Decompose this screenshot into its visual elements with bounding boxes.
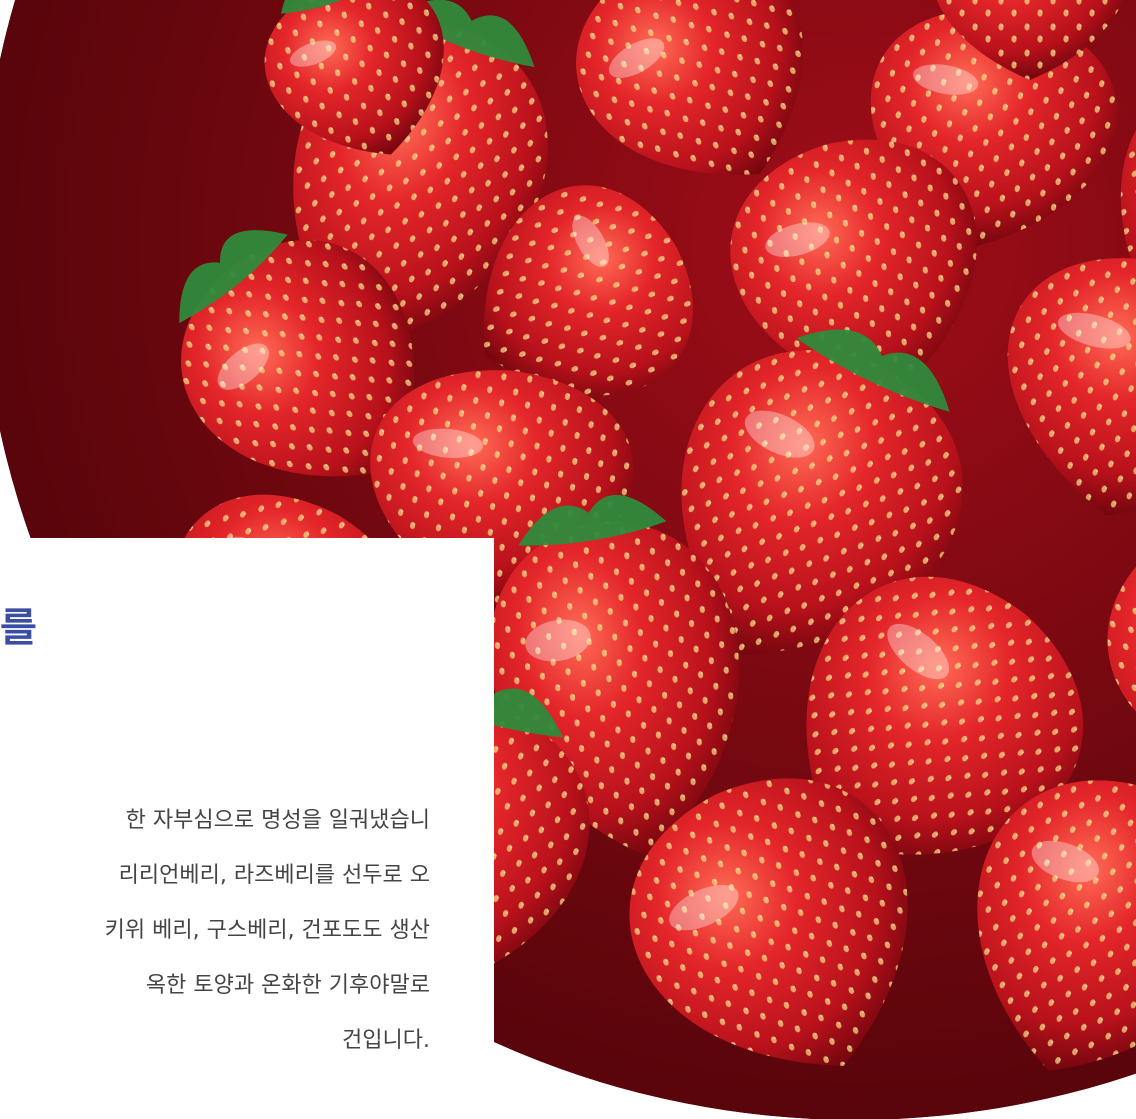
card-body: 한 자부심으로 명성을 일궈냈습니 리리언베리, 라즈베리를 선두로 오 키위 …: [0, 793, 430, 1068]
card-body-line: 옥한 토양과 온화한 기후야말로: [145, 973, 430, 998]
page: 를 한 자부심으로 명성을 일궈냈습니 리리언베리, 라즈베리를 선두로 오 키…: [0, 0, 1136, 1119]
card-body-line: 리리언베리, 라즈베리를 선두로 오: [118, 863, 430, 888]
info-card: 를 한 자부심으로 명성을 일궈냈습니 리리언베리, 라즈베리를 선두로 오 키…: [0, 538, 494, 1119]
card-body-line: 한 자부심으로 명성을 일궈냈습니: [125, 808, 430, 833]
card-body-line: 키위 베리, 구스베리, 건포도도 생산: [104, 918, 430, 943]
card-body-line: 건입니다.: [342, 1028, 430, 1053]
card-title: 를: [0, 605, 37, 651]
